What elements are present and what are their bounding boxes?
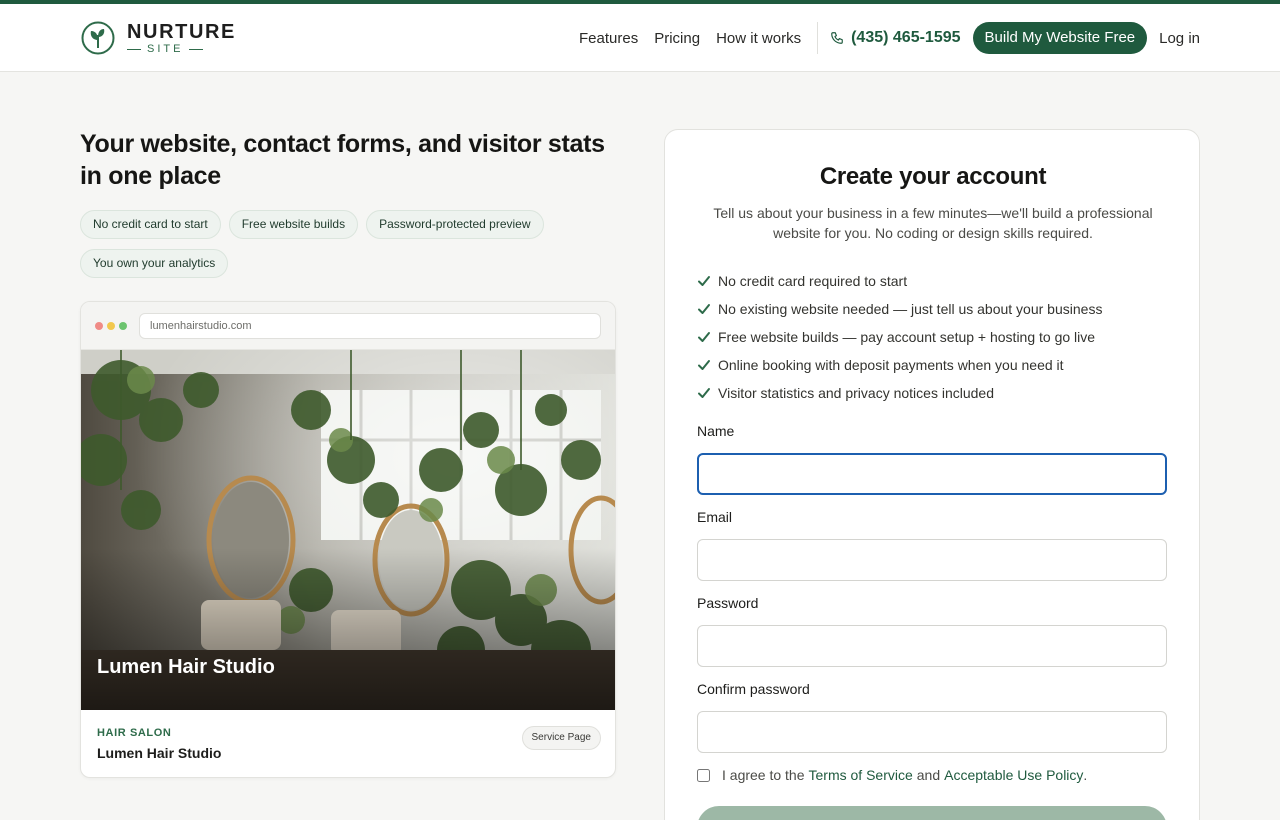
benefit-item: Online booking with deposit payments whe… (697, 351, 1102, 379)
password-input[interactable] (697, 625, 1167, 667)
acceptable-use-policy-link[interactable]: Acceptable Use Policy (944, 767, 1083, 783)
benefit-item: Free website builds — pay account setup … (697, 323, 1102, 351)
preview-footer: HAIR SALON Lumen Hair Studio Service Pag… (81, 710, 615, 777)
benefit-item: No existing website needed — just tell u… (697, 295, 1102, 323)
name-label: Name (697, 423, 735, 439)
browser-bar: lumenhairstudio.com (81, 302, 615, 350)
password-label: Password (697, 595, 759, 611)
nav-link-how-it-works[interactable]: How it works (716, 30, 801, 47)
salon-photo: Lumen Hair Studio (81, 350, 615, 710)
agree-suffix: . (1083, 767, 1088, 783)
chip-free-builds: Free website builds (228, 210, 359, 239)
sprout-logo-icon (81, 21, 115, 55)
check-icon (698, 276, 710, 286)
agree-and: and (916, 767, 941, 783)
address-bar: lumenhairstudio.com (139, 313, 601, 339)
terms-agreement: I agree to the Terms of Service and Acce… (697, 767, 1087, 783)
site-header: NURTURE SITE Features Pricing How it wor… (0, 4, 1280, 72)
phone-icon (831, 32, 843, 44)
business-name: Lumen Hair Studio (97, 745, 222, 761)
email-field-group: Email (697, 509, 1167, 581)
photo-business-title: Lumen Hair Studio (97, 656, 275, 678)
confirm-password-label: Confirm password (697, 681, 810, 697)
benefit-text: Free website builds — pay account setup … (718, 329, 1096, 345)
signup-form-card: Create your account Tell us about your b… (664, 129, 1200, 820)
password-field-group: Password (697, 595, 1167, 667)
check-icon (698, 388, 710, 398)
window-dot-maximize (119, 322, 127, 330)
check-icon (698, 332, 710, 342)
name-input[interactable] (697, 453, 1167, 495)
nav-link-features[interactable]: Features (579, 30, 638, 47)
business-category: HAIR SALON (97, 727, 172, 739)
page-type-badge: Service Page (521, 726, 601, 750)
check-icon (698, 304, 710, 314)
benefit-item: No credit card required to start (697, 267, 1102, 295)
main-nav: Features Pricing How it works (435) 465-… (579, 22, 1200, 54)
window-dot-minimize (107, 322, 115, 330)
benefit-item: Visitor statistics and privacy notices i… (697, 379, 1102, 407)
benefit-text: No existing website needed — just tell u… (718, 301, 1103, 317)
email-label: Email (697, 509, 733, 525)
create-account-button[interactable] (697, 806, 1167, 820)
agree-prefix: I agree to the (722, 767, 805, 783)
phone-number: (435) 465-1595 (851, 29, 961, 46)
feature-chips: No credit card to start Free website bui… (80, 210, 620, 278)
phone-link[interactable]: (435) 465-1595 (830, 29, 961, 47)
login-link[interactable]: Log in (1159, 30, 1200, 47)
nav-divider (817, 22, 819, 54)
confirm-password-field-group: Confirm password (697, 681, 1167, 753)
name-field-group: Name (697, 423, 1167, 495)
form-subtitle: Tell us about your business in a few min… (713, 205, 1153, 241)
hero-title: Your website, contact forms, and visitor… (80, 130, 605, 190)
nav-link-pricing[interactable]: Pricing (654, 30, 700, 47)
terms-checkbox[interactable] (697, 768, 710, 782)
window-dot-close (95, 322, 103, 330)
brand-sub: SITE (147, 42, 184, 55)
form-title: Create your account (819, 163, 1047, 190)
terms-of-service-link[interactable]: Terms of Service (809, 767, 913, 783)
benefit-text: No credit card required to start (718, 273, 908, 289)
site-preview-card[interactable]: lumenhairstudio.com Lumen Hair Studio HA… (80, 301, 616, 778)
build-website-button[interactable]: Build My Website Free (972, 22, 1148, 54)
brand-logo[interactable]: NURTURE SITE (81, 21, 236, 55)
benefit-text: Online booking with deposit payments whe… (718, 357, 1064, 373)
check-icon (698, 360, 710, 370)
chip-own-analytics: You own your analytics (80, 249, 229, 278)
window-dots (95, 322, 127, 330)
benefit-text: Visitor statistics and privacy notices i… (718, 385, 994, 401)
chip-password-preview: Password-protected preview (366, 210, 544, 239)
email-input[interactable] (697, 539, 1167, 581)
brand-name: NURTURE (127, 20, 236, 43)
chip-no-credit-card: No credit card to start (80, 210, 221, 239)
benefit-list: No credit card required to start No exis… (697, 267, 1102, 407)
confirm-password-input[interactable] (697, 711, 1167, 753)
